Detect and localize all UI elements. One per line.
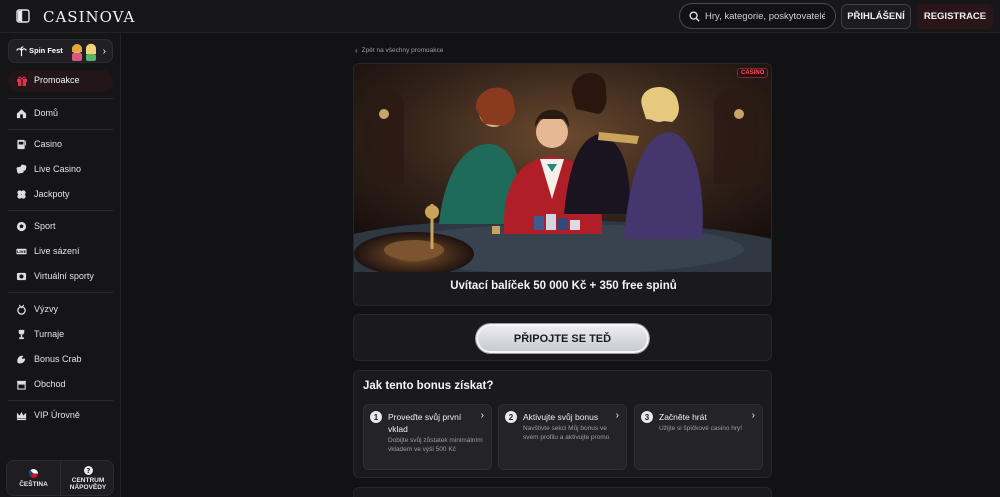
sidebar-item-label: Live sázení: [34, 246, 80, 256]
chevron-right-icon: ›: [751, 410, 755, 421]
sidebar-item-virtualni-sporty[interactable]: Virtuální sporty: [8, 267, 113, 285]
step-description: Navštivte sekci Můj bonus ve svém profil…: [523, 425, 610, 441]
chevron-right-icon: ›: [480, 410, 484, 421]
step-card-2[interactable]: 2 Aktivujte svůj bonus › Navštivte sekci…: [498, 404, 627, 470]
virtual-sports-icon: [16, 272, 27, 280]
svg-text:LIVE: LIVE: [17, 249, 27, 253]
slot-machine-icon: [17, 139, 27, 149]
clover-icon: [17, 189, 26, 199]
register-button[interactable]: REGISTRACE: [917, 4, 993, 29]
sidebar-item-casino[interactable]: Casino: [8, 135, 113, 153]
home-icon: [16, 108, 27, 118]
sidebar-divider: [8, 210, 113, 211]
sidebar-item-label: VIP Úrovně: [34, 410, 80, 420]
login-button[interactable]: PŘIHLÁŠENÍ: [841, 4, 911, 29]
back-to-promotions-link[interactable]: ‹ Zpět na všechny promoakce: [355, 46, 443, 55]
sidebar-divider: [8, 292, 113, 293]
sidebar-item-promoakce[interactable]: Promoakce: [8, 70, 113, 92]
sidebar-item-label: Domů: [34, 108, 59, 118]
sidebar-item-vyzvy[interactable]: Výzvy: [8, 300, 113, 318]
soccer-ball-icon: [16, 221, 27, 231]
sidebar: Spin Fest › Promoakce Domů Casino Live C: [0, 33, 121, 497]
sidebar-bottom-bar: ČEŠTINA ? CENTRUM NÁPOVĚDY: [6, 460, 114, 496]
language-label: ČEŠTINA: [19, 480, 48, 488]
sidebar-item-label: Výzvy: [34, 304, 59, 314]
sidebar-item-label: Sport: [34, 221, 56, 231]
step-title: Proveďte svůj první vklad: [388, 412, 462, 434]
sidebar-toggle-icon[interactable]: [16, 9, 30, 23]
back-link-label: Zpět na všechny promoakce: [361, 47, 444, 54]
medal-icon: [17, 304, 26, 315]
sidebar-divider: [8, 129, 113, 130]
sidebar-item-vip-urovne[interactable]: VIP Úrovně: [8, 406, 113, 424]
sidebar-item-label: Bonus Crab: [34, 354, 82, 364]
sidebar-item-sport[interactable]: Sport: [8, 217, 113, 235]
sidebar-divider: [8, 400, 113, 401]
how-to-get-bonus-title: Jak tento bonus získat?: [363, 380, 494, 392]
casino-category-badge: CASINO: [737, 68, 769, 78]
sidebar-item-label: Casino: [34, 139, 63, 149]
sidebar-item-live-sazeni[interactable]: LIVE Live sázení: [8, 242, 113, 260]
svg-text:?: ?: [86, 467, 90, 475]
sidebar-item-turnaje[interactable]: Turnaje: [8, 325, 113, 343]
sidebar-item-label: Virtuální sporty: [34, 271, 94, 281]
crab-claw-icon: [17, 355, 26, 363]
chevron-right-icon: ›: [615, 410, 619, 421]
promo-hero-card: CASINO Uvítací balíček 50 000 Kč + 350 f…: [353, 63, 772, 306]
help-center-button[interactable]: ? CENTRUM NÁPOVĚDY: [61, 461, 115, 495]
spin-fest-characters-image: [72, 43, 96, 61]
search-icon: [689, 10, 700, 22]
logo[interactable]: CASINOVA: [43, 8, 135, 26]
sidebar-item-bonus-crab[interactable]: Bonus Crab: [8, 350, 113, 368]
live-icon: LIVE: [16, 248, 27, 254]
step-title: Aktivujte svůj bonus: [523, 412, 599, 422]
step-description: Užijte si špičkové casino hry!: [659, 425, 743, 432]
step-number: 3: [641, 411, 653, 423]
top-header: CASINOVA PŘIHLÁŠENÍ REGISTRACE: [0, 0, 1000, 33]
spin-fest-label: Spin Fest: [29, 46, 63, 55]
trophy-icon: [18, 329, 25, 339]
search-box[interactable]: [679, 3, 836, 29]
sidebar-item-label: Promoakce: [34, 75, 80, 85]
palm-tree-icon: [16, 46, 27, 57]
language-button[interactable]: ČEŠTINA: [7, 461, 61, 495]
chevron-right-icon: ›: [102, 46, 106, 57]
sidebar-divider: [8, 98, 113, 99]
join-now-button[interactable]: PŘIPOJTE SE TEĎ: [476, 324, 649, 353]
question-mark-icon: ?: [83, 465, 93, 475]
search-input[interactable]: [705, 10, 825, 22]
step-description: Dobijte svůj zůstatek minimálním vkladem…: [388, 437, 483, 453]
spin-fest-banner[interactable]: Spin Fest ›: [8, 39, 113, 63]
sidebar-item-label: Jackpoty: [34, 189, 70, 199]
chevron-left-icon: ‹: [355, 46, 358, 55]
sidebar-item-label: Live Casino: [34, 164, 82, 174]
sidebar-item-label: Turnaje: [34, 329, 65, 339]
how-to-get-bonus-card: Jak tento bonus získat? 1 Proveďte svůj …: [353, 370, 772, 478]
help-center-label-line1: CENTRUM: [71, 476, 105, 484]
czech-flag-icon: [29, 468, 38, 478]
step-card-3[interactable]: 3 Začněte hrát › Užijte si špičkové casi…: [634, 404, 763, 470]
gift-icon: [17, 76, 27, 86]
next-section-card: [353, 487, 772, 497]
step-title: Začněte hrát: [659, 412, 707, 422]
sidebar-item-label: Obchod: [34, 379, 66, 389]
step-number: 1: [370, 411, 382, 423]
dice-icon: [16, 164, 27, 174]
sidebar-item-obchod[interactable]: Obchod: [8, 375, 113, 393]
promo-title: Uvítací balíček 50 000 Kč + 350 free spi…: [450, 280, 677, 292]
promo-hero-image: [354, 64, 771, 272]
crown-icon: [16, 411, 27, 420]
sidebar-item-jackpoty[interactable]: Jackpoty: [8, 185, 113, 203]
sidebar-item-domu[interactable]: Domů: [8, 104, 113, 122]
step-number: 2: [505, 411, 517, 423]
shop-icon: [16, 380, 27, 390]
sidebar-item-live-casino[interactable]: Live Casino: [8, 160, 113, 178]
step-card-1[interactable]: 1 Proveďte svůj první vklad › Dobijte sv…: [363, 404, 492, 470]
join-card: PŘIPOJTE SE TEĎ: [353, 314, 772, 361]
help-center-label-line2: NÁPOVĚDY: [69, 483, 107, 491]
